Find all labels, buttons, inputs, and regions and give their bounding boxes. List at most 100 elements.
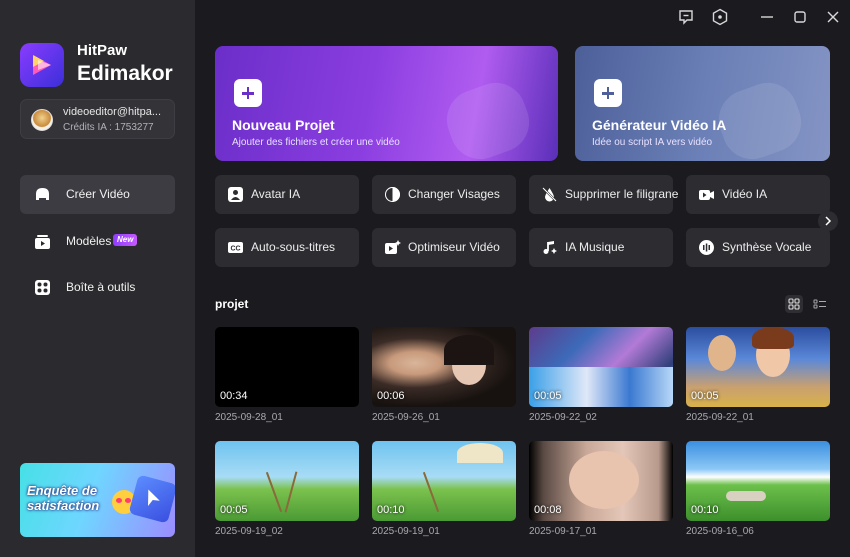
project-date: 2025-09-26_01 (372, 412, 440, 423)
sidebar-item-templates[interactable]: Modèles New (20, 222, 175, 261)
project-thumbnail[interactable]: 00:10 (372, 441, 516, 521)
sidebar-item-toolbox[interactable]: Boîte à outils (20, 268, 175, 307)
new-project-title: Nouveau Projet (232, 117, 335, 133)
easel-leg (422, 471, 440, 513)
plus-icon (234, 79, 262, 107)
brand-name-small: HitPaw (77, 42, 128, 59)
project-date: 2025-09-28_01 (215, 412, 283, 423)
account-card[interactable]: videoeditor@hitpa... Crédits IA : 175327… (20, 99, 175, 139)
sidebar-item-label: Boîte à outils (66, 280, 136, 294)
settings-icon[interactable] (711, 8, 729, 26)
video-duration: 00:10 (691, 504, 719, 516)
grid-icon (788, 298, 800, 310)
satisfaction-survey-banner[interactable]: Enquête de satisfaction (20, 463, 175, 537)
face-swap-icon (385, 187, 400, 202)
sidebar-item-label: Modèles (66, 234, 112, 248)
hair-shape (444, 335, 494, 365)
project-date: 2025-09-22_02 (529, 412, 597, 423)
grid-view-button[interactable] (785, 295, 803, 313)
tool-label: Auto-sous-titres (251, 240, 336, 254)
tool-face-swap[interactable]: Changer Visages (372, 175, 516, 214)
easel-leg (284, 471, 298, 513)
baby-face (569, 451, 639, 509)
tool-ai-music[interactable]: IA Musique (529, 228, 673, 267)
close-icon[interactable] (824, 8, 842, 26)
watermark-remove-icon (542, 187, 557, 202)
project-date: 2025-09-22_01 (686, 412, 754, 423)
tool-text-to-speech[interactable]: Synthèse Vocale (686, 228, 830, 267)
easel-leg (265, 471, 283, 513)
project-thumbnail[interactable]: 00:10 (686, 441, 830, 521)
tool-label: Supprimer le filigrane (565, 187, 679, 201)
ai-credits: Crédits IA : 1753277 (63, 122, 154, 133)
tool-ai-video[interactable]: Vidéo IA (686, 175, 830, 214)
tool-label: Vidéo IA (722, 187, 768, 201)
avatar-icon (228, 187, 243, 202)
list-view-button[interactable] (811, 295, 829, 313)
avatar (31, 109, 53, 131)
video-duration: 00:05 (691, 390, 719, 402)
tool-label: Avatar IA (251, 187, 301, 201)
character-face (708, 335, 736, 371)
project-date: 2025-09-19_01 (372, 526, 440, 537)
new-badge: New (113, 234, 138, 246)
tool-avatar-ia[interactable]: Avatar IA (215, 175, 359, 214)
music-icon (543, 241, 557, 254)
tool-video-enhancer[interactable]: Optimiseur Vidéo (372, 228, 516, 267)
video-enhance-icon (385, 240, 401, 254)
tool-label: Changer Visages (408, 187, 500, 201)
project-thumbnail[interactable]: 00:08 (529, 441, 673, 521)
toolbox-icon (35, 280, 50, 295)
character-hair (752, 327, 794, 349)
project-thumbnail[interactable]: 00:05 (215, 441, 359, 521)
projects-section-title: projet (215, 297, 249, 311)
scroll-right-button[interactable] (818, 211, 838, 231)
new-project-card[interactable]: Nouveau Projet Ajouter des fichiers et c… (215, 46, 558, 161)
sidebar-item-create-video[interactable]: Créer Vidéo (20, 175, 175, 214)
project-thumbnail[interactable]: 00:05 (686, 327, 830, 407)
ai-video-icon (699, 190, 714, 200)
project-date: 2025-09-16_06 (686, 526, 754, 537)
tool-label: Optimiseur Vidéo (408, 240, 500, 254)
app-logo (20, 43, 64, 87)
maximize-icon[interactable] (791, 8, 809, 26)
sidebar: HitPaw Edimakor videoeditor@hitpa... Cré… (0, 0, 195, 557)
project-date: 2025-09-17_01 (529, 526, 597, 537)
ai-video-generator-subtitle: Idée ou script IA vers vidéo (592, 137, 713, 148)
video-duration: 00:05 (534, 390, 562, 402)
tool-label: IA Musique (565, 240, 625, 254)
main-area: Nouveau Projet Ajouter des fichiers et c… (195, 0, 850, 557)
ai-video-generator-title: Générateur Vidéo IA (592, 117, 727, 133)
tool-auto-subtitles[interactable]: CC Auto-sous-titres (215, 228, 359, 267)
video-duration: 00:34 (220, 390, 248, 402)
video-duration: 00:08 (534, 504, 562, 516)
chevron-right-icon (825, 216, 832, 226)
survey-text: Enquête de satisfaction (27, 483, 100, 513)
feedback-icon[interactable] (677, 8, 695, 26)
parasol-shape (457, 443, 503, 463)
survey-cursor-icon (128, 474, 175, 524)
tool-remove-watermark[interactable]: Supprimer le filigrane (529, 175, 678, 214)
new-project-subtitle: Ajouter des fichiers et créer une vidéo (232, 137, 400, 148)
subtitles-icon: CC (228, 242, 243, 253)
list-icon (813, 299, 826, 309)
project-thumbnail[interactable]: 00:06 (372, 327, 516, 407)
project-date: 2025-09-19_02 (215, 526, 283, 537)
svg-text:CC: CC (230, 246, 240, 253)
project-thumbnail[interactable]: 00:05 (529, 327, 673, 407)
brand-name-large: Edimakor (77, 62, 173, 85)
ai-video-generator-card[interactable]: Générateur Vidéo IA Idée ou script IA ve… (575, 46, 830, 161)
account-email: videoeditor@hitpa... (63, 106, 162, 118)
sidebar-item-label: Créer Vidéo (66, 187, 130, 201)
template-icon (35, 235, 50, 249)
video-duration: 00:06 (377, 390, 405, 402)
tool-label: Synthèse Vocale (722, 240, 812, 254)
figure-lying (726, 491, 766, 501)
video-duration: 00:05 (220, 504, 248, 516)
minimize-icon[interactable] (758, 8, 776, 26)
project-thumbnail[interactable]: 00:34 (215, 327, 359, 407)
tts-icon (699, 240, 714, 255)
decorative-shape (438, 74, 538, 161)
plus-icon (594, 79, 622, 107)
video-create-icon (36, 188, 49, 200)
